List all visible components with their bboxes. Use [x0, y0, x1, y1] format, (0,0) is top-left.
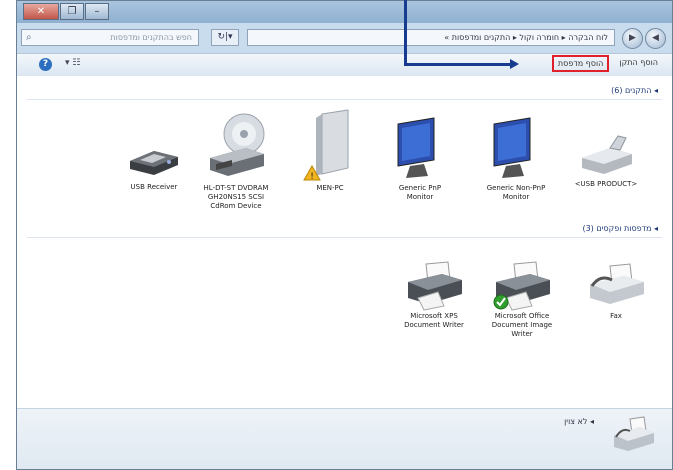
device-label: USB Receiver	[130, 183, 178, 191]
address-bar: ⌕ חפש בהתקנים ומדפסות ↻|▾ « לוח הבקרה ▸ …	[21, 27, 670, 49]
device-label: Generic PnP Monitor	[398, 184, 442, 201]
device-usb-product[interactable]: <USB PRODUCT>	[573, 128, 639, 189]
device-generic-non-pnp-monitor[interactable]: Generic Non-PnP Monitor	[483, 116, 549, 202]
computer-tower-icon: !	[300, 108, 360, 184]
back-button[interactable]: ◀	[645, 28, 666, 49]
device-label: Microsoft Office Document Image Writer	[491, 312, 553, 338]
search-input[interactable]: ⌕ חפש בהתקנים ומדפסות	[21, 29, 199, 46]
usb-receiver-icon	[124, 131, 184, 183]
fax-icon	[612, 415, 656, 459]
forward-button[interactable]: ▶	[622, 28, 643, 49]
printer-xps-writer[interactable]: Microsoft XPS Document Writer	[401, 260, 467, 330]
annotation-arrow-head	[510, 59, 519, 69]
refresh-button[interactable]: ↻|▾	[211, 29, 239, 46]
annotation-arrow-stem	[404, 0, 407, 66]
device-generic-pnp-monitor[interactable]: Generic PnP Monitor	[387, 116, 453, 202]
search-icon: ⌕	[26, 32, 32, 43]
printer-default-icon	[492, 260, 552, 312]
unspecified-group-header[interactable]: ◂ לא צוין	[564, 417, 594, 426]
device-label: Fax	[610, 312, 622, 320]
close-button[interactable]: ✕	[23, 3, 59, 20]
search-placeholder: חפש בהתקנים ומדפסות	[110, 33, 192, 42]
device-label: Generic Non-PnP Monitor	[486, 184, 546, 201]
add-printer-button[interactable]: הוסף מדפסת	[551, 55, 610, 72]
breadcrumb[interactable]: « לוח הבקרה ▸ חומרה וקול ▸ התקנים ומדפסו…	[247, 29, 615, 46]
printers-group-header[interactable]: ◂ מדפסות ופקסים (3)	[582, 224, 658, 233]
change-view-icon[interactable]: ▾ ☷	[65, 58, 80, 68]
maximize-button[interactable]: ❐	[60, 3, 84, 20]
device-label: MEN-PC	[316, 184, 344, 192]
annotation-arrow-shaft	[404, 63, 512, 66]
navigation-buttons: ▶ ◀	[622, 27, 668, 49]
printer-fax[interactable]: Fax	[583, 260, 649, 321]
monitor-icon	[390, 116, 450, 184]
devices-group-header[interactable]: ◂ התקנים (6)	[611, 86, 658, 95]
details-pane: ◂ לא צוין	[17, 408, 672, 469]
dvd-drive-icon	[206, 108, 266, 184]
title-bar: ✕ ❐ –	[17, 1, 672, 23]
device-label: <USB PRODUCT>	[574, 180, 638, 188]
svg-text:!: !	[310, 172, 314, 182]
toolbar-actions: הוסף התקן הוסף מדפסת	[551, 55, 658, 72]
device-usb-receiver[interactable]: USB Receiver	[121, 131, 187, 192]
minimize-button[interactable]: –	[85, 3, 109, 20]
divider	[27, 237, 662, 238]
device-dvd-drive[interactable]: HL-DT-ST DVDRAM GH20NS15 SCSI CdRom Devi…	[203, 108, 269, 211]
devices-printers-window: ✕ ❐ – ⌕ חפש בהתקנים ומדפסות ↻|▾ « לוח הב…	[16, 0, 673, 470]
device-label: HL-DT-ST DVDRAM GH20NS15 SCSI CdRom Devi…	[203, 184, 269, 210]
help-icon[interactable]: ?	[39, 58, 52, 71]
usb-device-icon	[576, 128, 636, 180]
device-label: Microsoft XPS Document Writer	[404, 312, 464, 329]
printer-icon	[404, 260, 464, 312]
window-controls: ✕ ❐ –	[23, 3, 109, 20]
device-computer[interactable]: ! MEN-PC	[297, 108, 363, 193]
add-device-button[interactable]: הוסף התקן	[619, 58, 658, 72]
fax-icon	[586, 260, 646, 312]
command-bar: ? ▾ ☷ הוסף התקן הוסף מדפסת	[17, 53, 672, 77]
printer-office-image-writer[interactable]: Microsoft Office Document Image Writer	[489, 260, 555, 339]
divider	[27, 99, 662, 100]
monitor-icon	[486, 116, 546, 184]
